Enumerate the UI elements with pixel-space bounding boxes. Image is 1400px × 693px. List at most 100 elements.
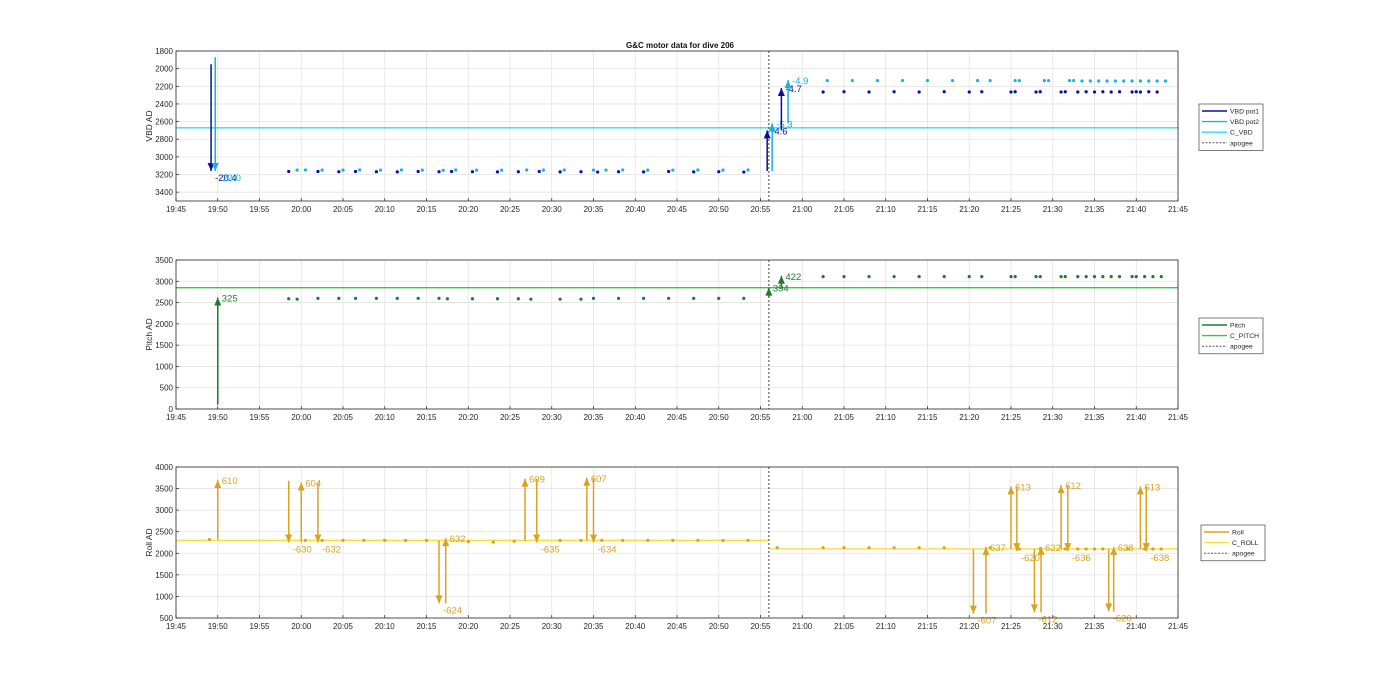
x-tick-label: 21:00 bbox=[792, 205, 813, 214]
arrow-label: -4.9 bbox=[792, 76, 808, 87]
y-tick-label: 500 bbox=[160, 614, 174, 623]
data-point bbox=[416, 169, 420, 174]
x-tick-label: 21:25 bbox=[1001, 413, 1022, 422]
data-point bbox=[395, 296, 399, 300]
data-point bbox=[867, 90, 871, 94]
data-point bbox=[616, 296, 621, 300]
y-tick-label: 2500 bbox=[155, 528, 173, 537]
data-point bbox=[1076, 90, 1080, 94]
data-point bbox=[1155, 90, 1159, 94]
legend: Pitch C_PITCHapogee bbox=[1198, 317, 1264, 355]
data-point bbox=[295, 168, 299, 172]
data-point bbox=[353, 169, 358, 174]
y-tick-label: 2200 bbox=[155, 82, 173, 91]
x-tick-label: 20:20 bbox=[458, 205, 479, 214]
data-point bbox=[454, 168, 458, 172]
x-tick-label: 21:35 bbox=[1084, 205, 1105, 214]
data-point bbox=[1013, 90, 1017, 94]
x-tick-label: 20:40 bbox=[625, 205, 646, 214]
x-tick-label: 21:35 bbox=[1084, 413, 1105, 422]
data-point bbox=[529, 297, 533, 301]
data-point bbox=[875, 78, 880, 83]
data-point bbox=[1038, 90, 1042, 94]
data-point bbox=[1138, 79, 1143, 83]
data-point bbox=[579, 297, 583, 301]
data-point bbox=[1080, 79, 1084, 83]
data-point bbox=[692, 296, 696, 300]
x-tick-label: 21:15 bbox=[917, 205, 938, 214]
data-point bbox=[516, 297, 520, 301]
data-point bbox=[1134, 90, 1138, 94]
x-tick-label: 21:25 bbox=[1001, 622, 1022, 631]
x-tick-label: 20:35 bbox=[583, 413, 604, 422]
legend-label: C_VBD bbox=[1230, 130, 1253, 137]
x-tick-label: 21:45 bbox=[1168, 205, 1189, 214]
y-axis-label: Roll AD bbox=[144, 528, 154, 556]
x-tick-label: 19:45 bbox=[166, 413, 187, 422]
y-tick-label: 3500 bbox=[155, 256, 173, 265]
y-tick-label: 4000 bbox=[155, 463, 173, 472]
data-point bbox=[1117, 275, 1122, 279]
legend-label: apogee bbox=[1232, 551, 1255, 558]
x-tick-label: 21:10 bbox=[876, 413, 897, 422]
data-point bbox=[558, 297, 562, 301]
data-point bbox=[1046, 78, 1051, 83]
x-tick-label: 20:50 bbox=[709, 413, 730, 422]
data-point bbox=[646, 538, 650, 542]
legend-label: C_ROLL bbox=[1232, 540, 1259, 547]
data-point bbox=[642, 170, 646, 174]
legend-label: C_PITCH bbox=[1230, 333, 1259, 340]
data-point bbox=[316, 169, 320, 174]
arrow-label: -634 bbox=[598, 545, 617, 556]
x-tick-label: 20:30 bbox=[542, 413, 563, 422]
data-point bbox=[1059, 90, 1063, 94]
x-tick-label: 19:55 bbox=[249, 205, 270, 214]
data-point bbox=[378, 168, 383, 172]
x-tick-label: 20:05 bbox=[333, 413, 354, 422]
y-axis-label: VBD AD bbox=[144, 110, 154, 141]
data-point bbox=[1092, 275, 1097, 279]
x-tick-label: 20:35 bbox=[583, 622, 604, 631]
data-point bbox=[341, 538, 345, 542]
data-point bbox=[1122, 79, 1126, 83]
data-point bbox=[1013, 78, 1017, 83]
data-point bbox=[1151, 275, 1155, 279]
y-tick-label: 3500 bbox=[155, 485, 173, 494]
data-point bbox=[500, 168, 504, 172]
y-tick-label: 2500 bbox=[155, 299, 173, 308]
data-point bbox=[316, 296, 320, 300]
data-point bbox=[1084, 547, 1088, 551]
data-point bbox=[424, 538, 429, 542]
y-tick-label: 1000 bbox=[155, 362, 173, 371]
data-point bbox=[917, 90, 921, 94]
data-point bbox=[917, 546, 921, 550]
data-point bbox=[742, 296, 746, 300]
data-point bbox=[1147, 90, 1151, 94]
data-point bbox=[416, 296, 420, 300]
y-axis-label: Pitch AD bbox=[144, 318, 154, 351]
y-tick-label: 3000 bbox=[155, 153, 173, 162]
data-point bbox=[692, 170, 696, 174]
data-point bbox=[642, 296, 646, 300]
data-point bbox=[746, 168, 750, 172]
x-tick-label: 20:50 bbox=[709, 205, 730, 214]
legend-label: VBD pot2 bbox=[1230, 119, 1259, 126]
data-point bbox=[437, 170, 441, 174]
data-point bbox=[646, 168, 650, 172]
data-point bbox=[341, 168, 345, 172]
data-point bbox=[466, 540, 470, 544]
data-point bbox=[395, 170, 399, 174]
data-point bbox=[1143, 275, 1147, 279]
x-tick-label: 20:25 bbox=[500, 413, 521, 422]
data-point bbox=[821, 275, 825, 279]
x-tick-label: 20:25 bbox=[500, 622, 521, 631]
data-point bbox=[1117, 90, 1122, 94]
x-tick-label: 20:20 bbox=[458, 622, 479, 631]
figure-canvas: G&C motor data for dive 206 -20.4-22.0-4… bbox=[144, 41, 1266, 631]
data-point bbox=[667, 296, 671, 300]
x-tick-label: 20:10 bbox=[375, 205, 396, 214]
data-point bbox=[1105, 79, 1109, 83]
data-point bbox=[1009, 90, 1013, 94]
arrow-label: -22.0 bbox=[219, 173, 241, 184]
data-point bbox=[207, 537, 211, 542]
